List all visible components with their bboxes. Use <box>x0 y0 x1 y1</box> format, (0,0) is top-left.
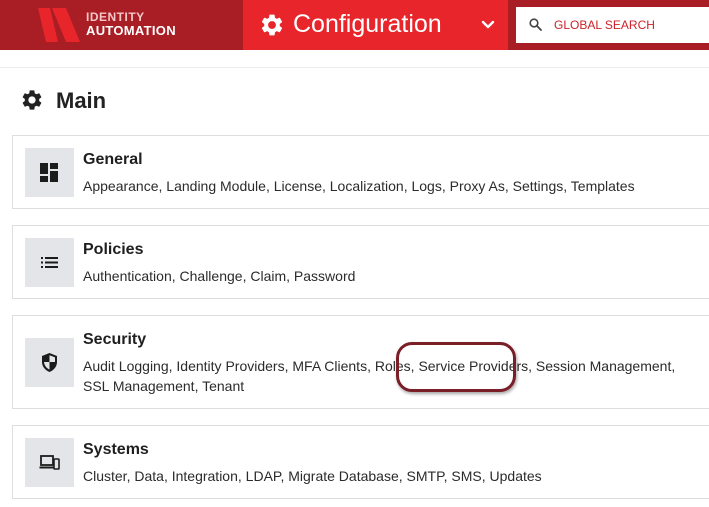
card-icon-box <box>25 438 74 487</box>
brand-logo[interactable]: IDENTITY AUTOMATION <box>36 8 216 42</box>
link-updates[interactable]: Updates <box>490 468 542 484</box>
link-settings[interactable]: Settings <box>513 178 564 194</box>
global-search-input[interactable] <box>554 7 709 43</box>
list-icon <box>41 257 58 268</box>
card-icon-box <box>25 338 74 387</box>
link-ssl-management[interactable]: SSL Management <box>83 378 195 394</box>
link-identity-providers[interactable]: Identity Providers <box>176 358 284 374</box>
card-title-general[interactable]: General <box>83 150 143 170</box>
top-bar: IDENTITY AUTOMATION Configuration <box>0 0 709 50</box>
link-tenant[interactable]: Tenant <box>202 378 244 394</box>
card-title-systems[interactable]: Systems <box>83 440 149 460</box>
link-data[interactable]: Data <box>134 468 164 484</box>
module-title: Configuration <box>293 10 442 38</box>
link-ldap[interactable]: LDAP <box>246 468 281 484</box>
link-migrate-database[interactable]: Migrate Database <box>288 468 399 484</box>
brand-name: IDENTITY AUTOMATION <box>86 11 176 38</box>
link-claim[interactable]: Claim <box>250 268 286 284</box>
module-switcher[interactable]: Configuration <box>243 0 508 50</box>
link-localization[interactable]: Localization <box>330 178 404 194</box>
link-audit-logging[interactable]: Audit Logging <box>83 358 169 374</box>
card-general: General Appearance, Landing Module, Lice… <box>12 135 709 209</box>
link-landing-module[interactable]: Landing Module <box>166 178 266 194</box>
card-title-policies[interactable]: Policies <box>83 240 143 260</box>
link-session-management[interactable]: Session Management <box>536 358 671 374</box>
link-license[interactable]: License <box>274 178 322 194</box>
gear-icon <box>261 14 283 36</box>
header-divider <box>0 67 709 68</box>
link-challenge[interactable]: Challenge <box>180 268 243 284</box>
highlight-outline <box>396 342 516 392</box>
link-integration[interactable]: Integration <box>172 468 238 484</box>
card-security: Security Audit Logging, Identity Provide… <box>12 315 709 409</box>
dashboard-icon <box>40 163 58 182</box>
gear-icon <box>22 90 42 110</box>
link-smtp[interactable]: SMTP <box>407 468 444 484</box>
chevron-down-icon <box>481 20 495 29</box>
card-icon-box <box>25 238 74 287</box>
card-links-systems: Cluster, Data, Integration, LDAP, Migrat… <box>83 468 542 484</box>
card-icon-box <box>25 148 74 197</box>
card-policies: Policies Authentication, Challenge, Clai… <box>12 225 709 299</box>
link-password[interactable]: Password <box>294 268 355 284</box>
link-logs[interactable]: Logs <box>411 178 441 194</box>
card-links-security: Audit Logging, Identity Providers, MFA C… <box>83 358 676 394</box>
devices-icon <box>39 455 60 470</box>
link-proxy-as[interactable]: Proxy As <box>450 178 505 194</box>
card-title-security[interactable]: Security <box>83 330 146 350</box>
link-mfa-clients[interactable]: MFA Clients <box>292 358 367 374</box>
card-links-policies: Authentication, Challenge, Claim, Passwo… <box>83 268 356 284</box>
shield-icon <box>42 353 57 372</box>
link-templates[interactable]: Templates <box>571 178 635 194</box>
search-icon <box>529 18 542 31</box>
link-sms[interactable]: SMS <box>451 468 481 484</box>
brand-line-2: AUTOMATION <box>86 23 176 38</box>
link-appearance[interactable]: Appearance <box>83 178 159 194</box>
link-authentication[interactable]: Authentication <box>83 268 172 284</box>
link-cluster[interactable]: Cluster <box>83 468 127 484</box>
logo-mark-icon <box>38 8 80 42</box>
page-title: Main <box>56 88 107 113</box>
global-search[interactable] <box>516 7 709 43</box>
card-systems: Systems Cluster, Data, Integration, LDAP… <box>12 425 709 499</box>
card-links-general: Appearance, Landing Module, License, Loc… <box>83 178 635 194</box>
